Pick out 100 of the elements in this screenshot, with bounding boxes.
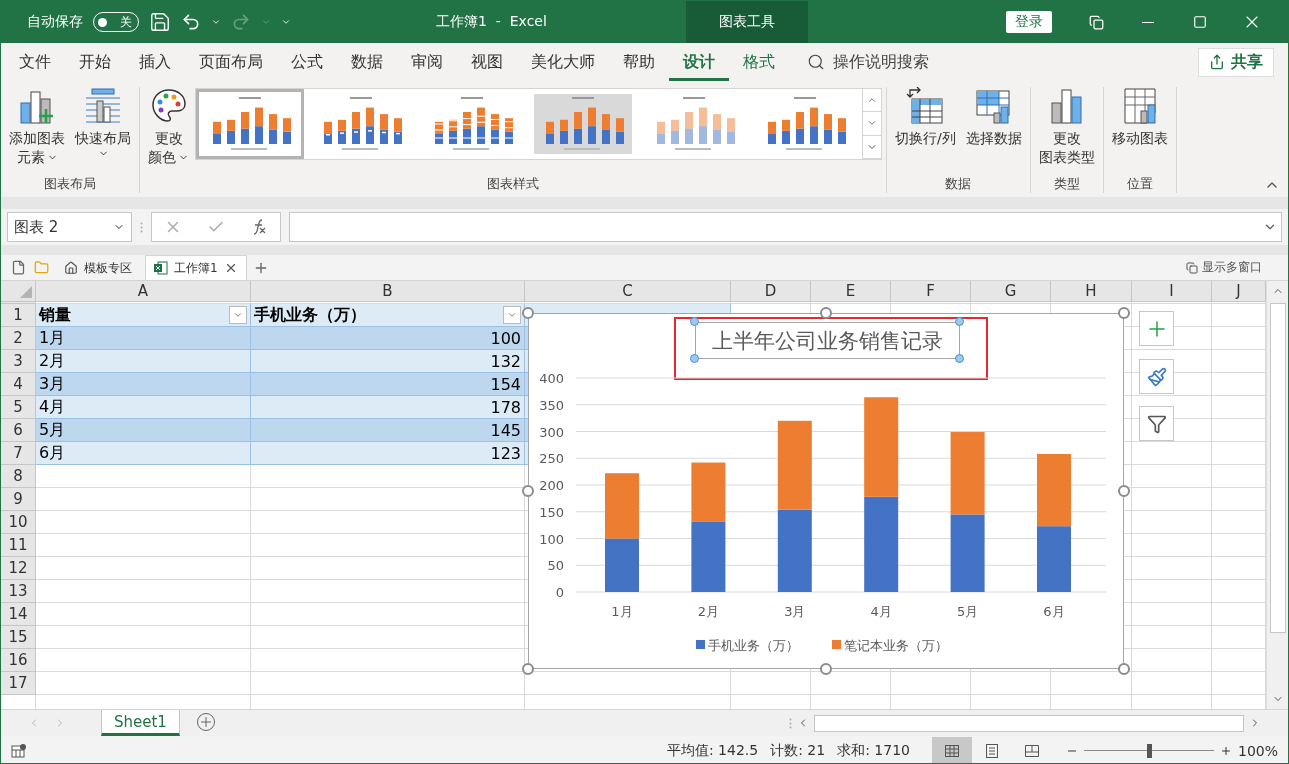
row-header[interactable]: 12 [1,557,36,580]
row-header[interactable]: 16 [1,649,36,672]
ribbon-button[interactable]: 添加图表 元素 [5,87,69,167]
row-header[interactable]: 1 [1,304,36,327]
zoom-level[interactable]: 100% [1237,742,1278,759]
ribbon-button[interactable]: 切换行/列 [891,87,960,148]
ribbon-tab[interactable]: 开始 [65,43,125,81]
ribbon-tab[interactable]: 文件 [5,43,65,81]
ribbon-tab[interactable]: 插入 [125,43,185,81]
ribbon-button[interactable]: 选择数据 [961,87,1026,148]
ribbon-button[interactable]: 快速布局 [71,87,135,159]
minimize-icon [1142,21,1154,23]
ribbon-tab[interactable]: 格式 [729,43,789,81]
row-header[interactable]: 10 [1,511,36,534]
chart-styles-button[interactable] [1139,359,1174,394]
group-title: 数据 [944,175,973,193]
title-handle[interactable] [690,317,699,326]
filter-icon [1146,413,1167,434]
axis-category-label: 6月 [1043,604,1065,619]
ribbon-button[interactable]: 移动图表 [1107,87,1172,148]
column-header[interactable]: B [251,281,525,302]
name-box[interactable]: 图表 2 [7,212,132,242]
workbook-tab[interactable]: 模板专区 [55,255,141,280]
row-header[interactable]: 5 [1,396,36,419]
title-handle[interactable] [690,354,699,363]
filter-button[interactable] [503,306,521,324]
column-header[interactable]: I [1132,281,1212,302]
sign-in-button[interactable]: 登录 [1006,11,1052,33]
ribbon-button[interactable]: 更改 颜色 [144,87,193,167]
table-cell: 123 [251,442,525,465]
column-header[interactable]: G [971,281,1051,302]
ribbon-tab[interactable]: 视图 [457,43,517,81]
title-handle[interactable] [955,354,964,363]
table-cell: 6月 [36,442,251,465]
column-header[interactable]: C [525,281,731,302]
row-header[interactable]: 14 [1,603,36,626]
scroll-thumb[interactable] [814,714,1244,732]
ribbon-tab[interactable]: 美化大师 [517,43,609,81]
title-handle[interactable] [955,317,964,326]
ribbon-tab[interactable]: 页面布局 [185,43,277,81]
customize-button[interactable] [281,17,291,27]
group-title: 图表布局 [43,175,97,193]
row-header[interactable]: 15 [1,626,36,649]
table-cell: 100 [251,327,525,350]
ribbon-button[interactable]: 更改 图表类型 [1034,87,1099,167]
table-swap-icon [906,87,945,125]
redo-button[interactable] [231,12,251,32]
ribbon-tab[interactable]: 数据 [337,43,397,81]
row-header[interactable]: 11 [1,534,36,557]
bar-segment [605,538,639,592]
undo-button[interactable] [181,12,201,32]
save-button[interactable] [149,11,171,33]
status-stat: 平均值: 142.5 [666,741,759,760]
row-header[interactable]: 13 [1,580,36,603]
header-text: 手机业务（万） [254,304,366,326]
view-button[interactable] [931,737,972,763]
column-header[interactable]: A [36,281,251,302]
row-header[interactable]: 17 [1,672,36,695]
table-cell: 132 [251,350,525,373]
row-header[interactable]: 7 [1,442,36,465]
caret-icon [211,17,221,27]
add-sheet-button[interactable] [195,712,218,734]
row-header[interactable]: 9 [1,488,36,511]
column-header[interactable]: F [891,281,971,302]
redo-icon [231,12,251,32]
column-header[interactable]: D [731,281,811,302]
zoom-in-icon[interactable] [1219,744,1232,757]
column-header[interactable]: E [811,281,891,302]
chart-filters-button[interactable] [1139,406,1174,441]
row-header[interactable]: 6 [1,419,36,442]
workbook-tab[interactable]: 工作簿1 [145,255,247,280]
filter-button[interactable] [229,306,247,324]
undo-menu-button[interactable] [211,17,221,27]
bar-segment [691,521,726,592]
ribbon-tab[interactable]: 公式 [277,43,337,81]
show-windows-button[interactable]: 显示多窗口 [1180,255,1268,280]
chart-title[interactable]: 上半年公司业务销售记录 [695,322,960,359]
ribbon-tab[interactable]: 审阅 [397,43,457,81]
row-header[interactable]: 2 [1,327,36,350]
home-icon [64,261,78,275]
macro-record-icon[interactable] [11,743,27,758]
row-header[interactable]: 3 [1,350,36,373]
column-header[interactable]: H [1051,281,1132,302]
chart-area[interactable]: 上半年公司业务销售记录 0 50 100 150 200 250 300 350 400 1月 2月 3月 4月 5月 6月 手机业务（万） 笔记本业务（万） [528,313,1124,669]
table-cell: 5月 [36,419,251,442]
sheet-tab[interactable]: Sheet1 [101,710,180,736]
ribbon-tab[interactable]: 帮助 [609,43,669,81]
row-header[interactable]: 4 [1,373,36,396]
axis-tick-label: 0 [555,585,564,600]
share-button[interactable]: 共享 [1198,47,1274,77]
legend-label: 手机业务（万） [708,638,799,653]
axis-category-label: 2月 [697,604,720,619]
row-header[interactable]: 8 [1,465,36,488]
maximize-icon [1193,15,1207,29]
column-header[interactable]: J [1212,281,1266,302]
formula-field[interactable] [289,212,1282,242]
tell-me-search[interactable]: 操作说明搜索 [801,43,935,81]
scroll-thumb[interactable] [1269,303,1286,633]
slider-thumb[interactable] [1146,743,1152,758]
chart-elements-button[interactable] [1139,311,1174,346]
